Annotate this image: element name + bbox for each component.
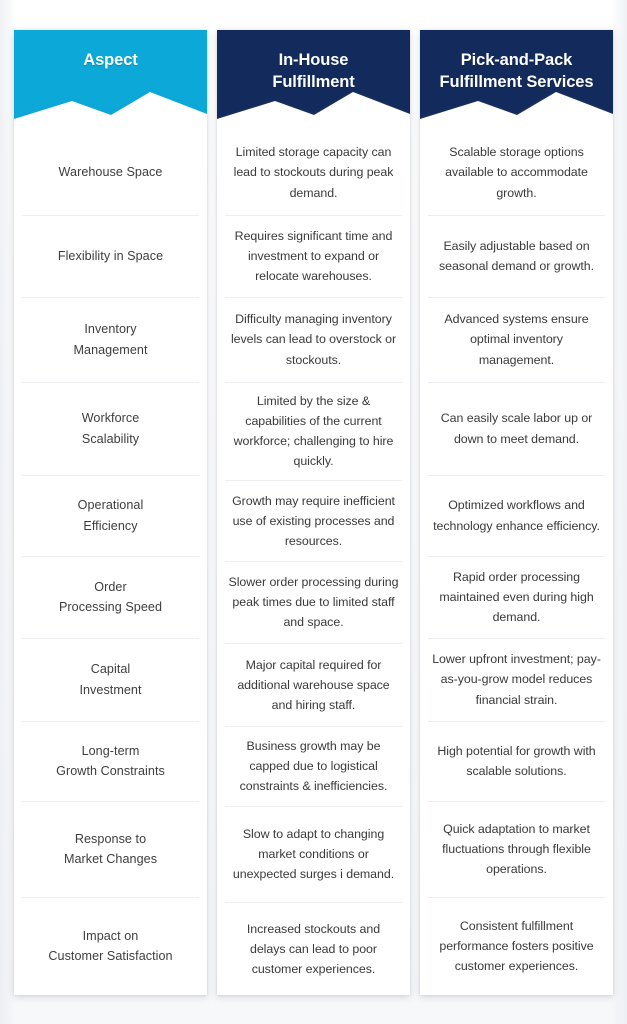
cell-aspect: Operational Efficiency (77, 498, 144, 533)
cell-aspect: Workforce Scalability (81, 411, 140, 446)
table-row: Operational Efficiency (14, 475, 207, 556)
table-row: Limited by the size & capabilities of th… (217, 382, 410, 480)
zigzag-edge-icon (217, 92, 410, 130)
zigzag-edge-icon (420, 92, 613, 130)
table-row: Growth may require inefficient use of ex… (217, 480, 410, 561)
cell-aspect: Inventory Management (73, 322, 148, 357)
cell-in-house: Increased stockouts and delays can lead … (246, 921, 381, 976)
table-row: Major capital required for additional wa… (217, 643, 410, 726)
table-row: Business growth may be capped due to log… (217, 726, 410, 806)
table-row: Capital Investment (14, 638, 207, 721)
cell-in-house: Growth may require inefficient use of ex… (232, 493, 395, 548)
cell-pick-and-pack: Easily adjustable based on seasonal dema… (438, 238, 595, 273)
cell-aspect: Response to Market Changes (63, 831, 158, 866)
cell-aspect: Flexibility in Space (57, 248, 164, 263)
cell-pick-and-pack: High potential for growth with scalable … (437, 743, 596, 778)
cell-aspect: Order Processing Speed (58, 579, 162, 614)
column-body-aspect: Warehouse Space Flexibility in Space Inv… (14, 130, 207, 995)
table-row: Easily adjustable based on seasonal dema… (420, 215, 613, 297)
table-row: Order Processing Speed (14, 556, 207, 638)
cell-aspect: Capital Investment (79, 662, 142, 697)
column-body-in-house-fulfillment: Limited storage capacity can lead to sto… (217, 130, 410, 995)
table-row: Lower upfront investment; pay-as-you-gro… (420, 638, 613, 721)
cell-in-house: Slow to adapt to changing market conditi… (232, 827, 395, 882)
cell-aspect: Impact on Customer Satisfaction (48, 928, 173, 963)
cell-in-house: Limited storage capacity can lead to sto… (233, 145, 394, 200)
table-row: Requires significant time and investment… (217, 215, 410, 297)
table-row: Rapid order processing maintained even d… (420, 556, 613, 638)
table-row: Slower order processing during peak time… (217, 561, 410, 643)
table-row: Impact on Customer Satisfaction (14, 897, 207, 995)
table-row: Can easily scale labor up or down to mee… (420, 382, 613, 475)
table-row: High potential for growth with scalable … (420, 721, 613, 801)
cell-in-house: Major capital required for additional wa… (237, 657, 390, 712)
cell-in-house: Slower order processing during peak time… (228, 575, 399, 630)
table-row: Workforce Scalability (14, 382, 207, 475)
column-header-aspect: Aspect (14, 30, 207, 130)
column-header-pick-and-pack: Pick-and-Pack Fulfillment Services (420, 30, 613, 130)
table-row: Response to Market Changes (14, 801, 207, 897)
comparison-table: Aspect Warehouse Space Flexibility in Sp… (0, 0, 627, 1024)
column-header-in-house-fulfillment: In-House Fulfillment (217, 30, 410, 130)
column-body-pick-and-pack: Scalable storage options available to ac… (420, 130, 613, 995)
table-row: Limited storage capacity can lead to sto… (217, 130, 410, 215)
table-row: Scalable storage options available to ac… (420, 130, 613, 215)
column-aspect: Aspect Warehouse Space Flexibility in Sp… (14, 30, 207, 995)
table-row: Quick adaptation to market fluctuations … (420, 801, 613, 897)
table-row: Difficulty managing inventory levels can… (217, 297, 410, 382)
table-row: Long-term Growth Constraints (14, 721, 207, 801)
cell-aspect: Long-term Growth Constraints (56, 743, 165, 778)
table-row: Increased stockouts and delays can lead … (217, 902, 410, 995)
cell-pick-and-pack: Optimized workflows and technology enhan… (433, 498, 600, 533)
table-row: Warehouse Space (14, 130, 207, 215)
zigzag-edge-icon (14, 92, 207, 130)
cell-pick-and-pack: Quick adaptation to market fluctuations … (442, 821, 591, 877)
cell-in-house: Limited by the size & capabilities of th… (233, 394, 394, 469)
cell-in-house: Business growth may be capped due to log… (239, 739, 388, 794)
table-row: Slow to adapt to changing market conditi… (217, 806, 410, 902)
cell-pick-and-pack: Advanced systems ensure optimal inventor… (444, 312, 589, 367)
cell-pick-and-pack: Lower upfront investment; pay-as-you-gro… (432, 652, 601, 707)
column-header-aspect-label: Aspect (83, 51, 138, 69)
column-pick-and-pack-fulfillment-services: Pick-and-Pack Fulfillment Services Scalab… (420, 30, 613, 995)
table-row: Advanced systems ensure optimal inventor… (420, 297, 613, 382)
cell-pick-and-pack: Can easily scale labor up or down to mee… (440, 411, 593, 446)
cell-aspect: Warehouse Space (58, 165, 163, 180)
column-in-house-fulfillment: In-House Fulfillment Limited storage capa… (217, 30, 410, 995)
table-row: Consistent fulfillment performance foste… (420, 897, 613, 995)
table-row: Flexibility in Space (14, 215, 207, 297)
cell-in-house: Requires significant time and investment… (234, 228, 393, 284)
table-row: Optimized workflows and technology enhan… (420, 475, 613, 556)
cell-pick-and-pack: Rapid order processing maintained even d… (439, 569, 594, 625)
cell-in-house: Difficulty managing inventory levels can… (230, 312, 397, 367)
cell-pick-and-pack: Scalable storage options available to ac… (445, 145, 588, 200)
table-row: Inventory Management (14, 297, 207, 382)
cell-pick-and-pack: Consistent fulfillment performance foste… (439, 918, 594, 974)
